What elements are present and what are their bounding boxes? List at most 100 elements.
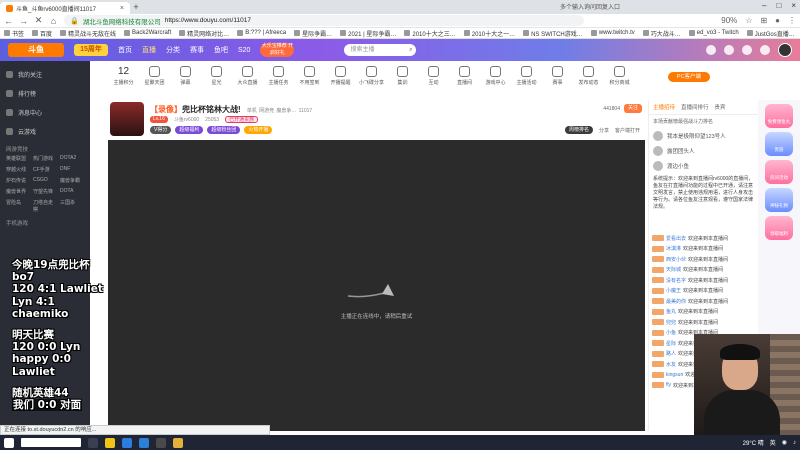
- bookmark-item[interactable]: ed_vo3 - Twitch: [688, 30, 739, 36]
- bookmark-item[interactable]: NS SWITCH游戏…: [523, 29, 583, 38]
- volume-icon[interactable]: ♪: [793, 440, 796, 446]
- menu-icon[interactable]: ⋮: [788, 16, 796, 25]
- cat-item[interactable]: 发布动态: [573, 66, 604, 86]
- close-tab-icon[interactable]: ×: [120, 5, 124, 12]
- network-icon[interactable]: ◉: [782, 439, 787, 446]
- cat-item[interactable]: 互动: [418, 66, 449, 86]
- minimize-icon[interactable]: –: [762, 1, 766, 10]
- file-explorer-icon[interactable]: [105, 437, 115, 448]
- home-icon[interactable]: ⌂: [49, 16, 58, 26]
- bookmark-item[interactable]: JustGos直播…: [746, 29, 795, 38]
- pc-client-button[interactable]: PC客户端: [668, 72, 710, 82]
- bookmark-item[interactable]: 精灵网络对比…: [179, 29, 229, 38]
- activity-widget[interactable]: 贵族: [765, 132, 793, 156]
- chat-username[interactable]: 没有名字: [666, 277, 686, 284]
- search-icon[interactable]: ⌕: [409, 44, 412, 56]
- sidebar-category-item[interactable]: 刀塔自走棋: [33, 199, 57, 213]
- tab-ranking[interactable]: 直播间排行: [681, 103, 709, 111]
- cat-item[interactable]: 主播任务: [263, 66, 294, 86]
- edge-icon[interactable]: [122, 437, 132, 448]
- chat-username[interactable]: 鱼丸: [666, 308, 676, 315]
- cat-item-points[interactable]: 12 主播积分: [108, 66, 139, 86]
- cat-item[interactable]: 大众直播: [232, 66, 263, 86]
- chat-username[interactable]: 小鱼: [666, 329, 676, 336]
- cat-item[interactable]: 积分商城: [604, 66, 635, 86]
- activity-widget[interactable]: 领取福利: [765, 216, 793, 240]
- sidebar-category-item[interactable]: DOTA: [60, 188, 84, 195]
- reload-icon[interactable]: ✕: [34, 15, 43, 26]
- rank-row[interactable]: 渡边小鱼: [649, 158, 758, 173]
- cat-item[interactable]: 赛事: [542, 66, 573, 86]
- bookmark-item[interactable]: 2010十大之三…: [404, 29, 456, 38]
- sidebar-category-item[interactable]: DOTA2: [60, 155, 84, 162]
- bookmark-item[interactable]: 书签: [4, 29, 24, 38]
- room-category-3[interactable]: 魔兽争…: [276, 108, 296, 114]
- url-field[interactable]: 🔒 湖北斗鱼网络科技有限公司 https://www.douyu.com/110…: [64, 15, 584, 26]
- activity-widget[interactable]: 房间活动: [765, 160, 793, 184]
- sidebar-category-item[interactable]: 魔兽世界: [6, 188, 30, 195]
- bookmark-item[interactable]: 百度: [32, 29, 52, 38]
- chat-username[interactable]: 最美的你: [666, 298, 686, 305]
- room-category-2[interactable]: 网游竞: [259, 108, 274, 114]
- chat-username[interactable]: kingsun: [666, 372, 683, 378]
- sidebar-item-ranking[interactable]: 排行榜: [0, 84, 90, 103]
- streamer-avatar[interactable]: [110, 102, 144, 136]
- cat-item[interactable]: 弹幕: [170, 66, 201, 86]
- user-avatar[interactable]: [778, 43, 792, 57]
- douyu-logo[interactable]: 斗鱼: [8, 43, 64, 57]
- bookmark-item[interactable]: Back2Warcraft: [124, 30, 171, 36]
- task-view-icon[interactable]: [88, 437, 98, 448]
- sidebar-category-item[interactable]: 炉石传说: [6, 177, 30, 184]
- tag-super-benefit[interactable]: 超级福利: [175, 126, 204, 134]
- maximize-icon[interactable]: □: [776, 1, 781, 10]
- nav-s20[interactable]: S20: [238, 47, 250, 54]
- sidebar-category-item[interactable]: 冒险岛: [6, 199, 30, 213]
- bookmark-item[interactable]: 巧大战斗…: [642, 29, 681, 38]
- tab-search-hint[interactable]: 多个输入询问回复入口: [560, 2, 620, 11]
- nav-live[interactable]: 直播: [142, 45, 156, 55]
- tab-vip[interactable]: 贵宾: [715, 103, 726, 111]
- client-open-button[interactable]: 客户端打开: [615, 127, 640, 134]
- rank-button[interactable]: 周榜排名: [564, 126, 593, 134]
- profile-icon[interactable]: ●: [775, 16, 780, 25]
- nav-events[interactable]: 赛事: [190, 45, 204, 55]
- sidebar-category-item[interactable]: 穿越火线: [6, 166, 30, 173]
- chat-username[interactable]: 爱看出去: [666, 235, 686, 242]
- weather-text[interactable]: 29°C 晴: [743, 438, 764, 447]
- app-icon[interactable]: [173, 437, 183, 448]
- chat-username[interactable]: 兜兜: [666, 319, 676, 326]
- header-promo[interactable]: 大乐宝推荐 开启好礼: [260, 43, 295, 57]
- sidebar-category-item[interactable]: 守望先锋: [33, 188, 57, 195]
- sidebar-category-item[interactable]: 英雄联盟: [6, 155, 30, 162]
- cat-item[interactable]: 开播提醒: [325, 66, 356, 86]
- streamer-name[interactable]: 斗鱼rv6000: [174, 116, 199, 123]
- bookmark-item[interactable]: 2010十大之一…: [463, 29, 515, 38]
- sidebar-category-item[interactable]: 热门游戏: [33, 155, 57, 162]
- bookmark-item[interactable]: 星际争霸…: [294, 29, 332, 38]
- share-button[interactable]: 分享: [599, 127, 609, 134]
- sidebar-item-cloud-game[interactable]: 云游戏: [0, 122, 90, 141]
- follow-button[interactable]: 关注: [623, 104, 642, 113]
- forward-icon[interactable]: →: [19, 16, 28, 26]
- sidebar-item-follow[interactable]: 我的关注: [0, 65, 90, 84]
- bookmark-item[interactable]: www.twitch.tv: [590, 30, 635, 36]
- history-icon[interactable]: [706, 45, 716, 55]
- rank-row[interactable]: 露团团头人: [649, 143, 758, 158]
- cat-item[interactable]: 直播间: [449, 66, 480, 86]
- sidebar-category-item[interactable]: CF手游: [33, 166, 57, 173]
- chat-username[interactable]: 冰淇淋: [666, 245, 681, 252]
- chat-username[interactable]: 路人: [666, 350, 676, 357]
- taskbar-search[interactable]: [21, 438, 81, 447]
- chat-username[interactable]: 水友: [666, 361, 676, 368]
- chat-username[interactable]: 小魔王: [666, 287, 681, 294]
- nav-home[interactable]: 首页: [118, 45, 132, 55]
- download-icon[interactable]: [742, 45, 752, 55]
- activity-widget[interactable]: 免费领鱼丸: [765, 104, 793, 128]
- chat-username[interactable]: 西安小伙: [666, 256, 686, 263]
- room-category[interactable]: 单机: [247, 108, 257, 114]
- tag-hot[interactable]: 火热开播: [244, 126, 273, 134]
- sidebar-category-item[interactable]: 魔兽争霸: [60, 177, 84, 184]
- cat-item[interactable]: 主播活动: [511, 66, 542, 86]
- rank-row[interactable]: 我本是极限仰望123号人: [649, 128, 758, 143]
- chat-username[interactable]: 天际城: [666, 266, 681, 273]
